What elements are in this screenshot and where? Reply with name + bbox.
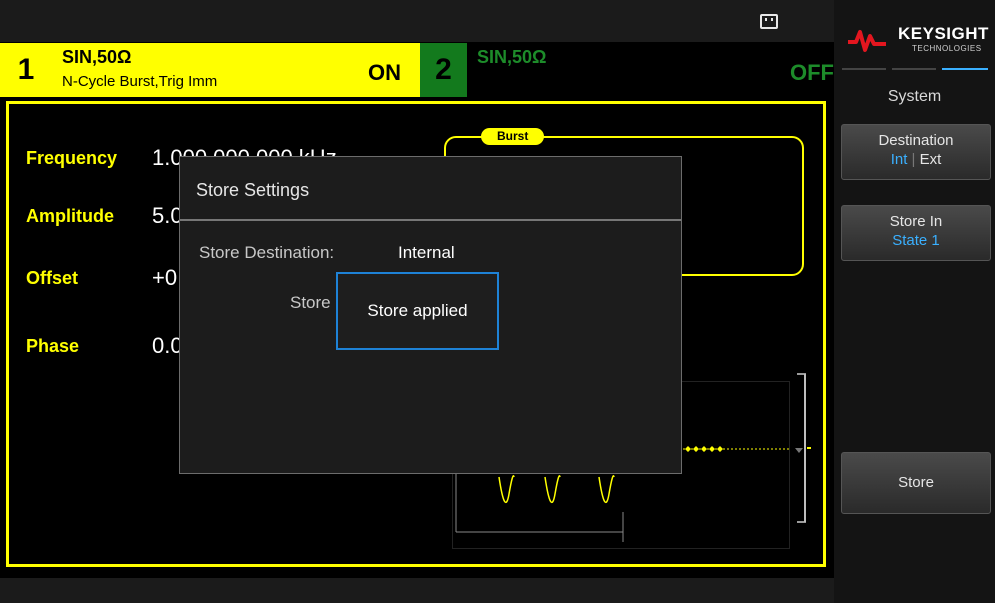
store-softkey-label: Store: [898, 474, 934, 491]
destination-option-int: Int: [890, 151, 908, 168]
frequency-label[interactable]: Frequency: [26, 148, 117, 169]
store-in-softkey[interactable]: Store In State 1: [841, 205, 991, 261]
channel2-waveform: SIN,50Ω: [477, 47, 547, 67]
channel1-number[interactable]: 1: [0, 43, 52, 97]
amplitude-value[interactable]: 5.0: [152, 203, 183, 229]
channel1-waveform: SIN,50Ω: [62, 47, 132, 67]
brand-subtitle: TECHNOLOGIES: [912, 44, 982, 53]
top-status-bar: [0, 0, 834, 42]
waveform-scrollbar[interactable]: [793, 372, 811, 524]
store-in-softkey-value: State 1: [892, 232, 940, 249]
destination-softkey[interactable]: Destination Int | Ext: [841, 124, 991, 180]
keysight-logo-icon: [848, 30, 886, 52]
brand-name: KEYSIGHT: [898, 24, 989, 43]
offset-value[interactable]: +0: [152, 265, 177, 291]
destination-option-ext: Ext: [919, 151, 942, 168]
destination-option-separator: |: [911, 151, 916, 168]
channel1-mode: N-Cycle Burst,Trig Imm: [62, 73, 218, 90]
phase-value[interactable]: 0.0: [152, 333, 183, 359]
menu-title: System: [887, 88, 942, 105]
dialog-title: Store Settings: [196, 180, 310, 200]
store-in-softkey-label: Store In: [889, 213, 943, 230]
amplitude-label[interactable]: Amplitude: [26, 206, 114, 227]
menu-page-indicator: [842, 68, 988, 70]
store-applied-toast: Store applied: [336, 272, 499, 350]
store-location-label: Store: [290, 293, 331, 312]
store-destination-label: Store Destination:: [199, 243, 335, 262]
channel2-number[interactable]: 2: [420, 43, 467, 97]
store-destination-value[interactable]: Internal: [398, 243, 455, 263]
offset-label[interactable]: Offset: [26, 268, 78, 289]
destination-softkey-label: Destination: [878, 132, 954, 149]
bottom-status-bar: [0, 578, 834, 603]
usb-icon: [760, 14, 778, 29]
channel2-output-state: OFF: [790, 60, 834, 85]
dialog-divider: [180, 219, 681, 221]
store-softkey[interactable]: Store: [841, 452, 991, 514]
burst-tag: Burst: [481, 128, 545, 145]
channel2-info[interactable]: SIN,50Ω: [467, 43, 834, 97]
phase-label[interactable]: Phase: [26, 336, 79, 357]
channel1-output-state: ON: [368, 60, 401, 85]
